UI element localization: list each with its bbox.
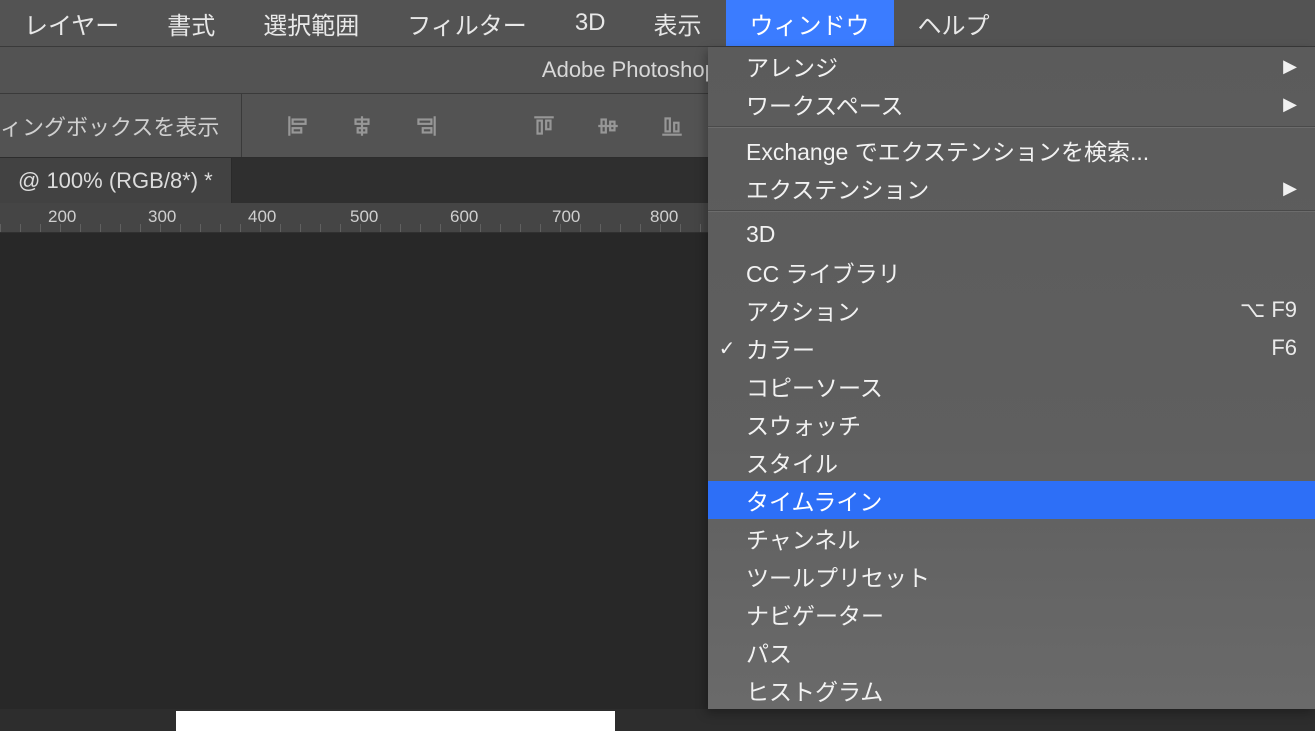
menu-shortcut: F6 [1271, 335, 1315, 361]
align-top-icon[interactable] [530, 112, 558, 140]
menu-label: 選択範囲 [263, 6, 359, 41]
menu-layer[interactable]: レイヤー [0, 0, 143, 46]
menu-separator [708, 126, 1315, 128]
menu-filter[interactable]: フィルター [383, 0, 551, 46]
options-text: ィングボックスを表示 [0, 94, 242, 157]
menu-item-label: パス [746, 635, 1315, 669]
align-right-icon[interactable] [412, 112, 440, 140]
menu-label: ウィンドウ [750, 6, 870, 41]
menu-label: 書式 [167, 6, 215, 41]
menu-item-navigator[interactable]: ナビゲーター [708, 595, 1315, 633]
menu-item-3d[interactable]: 3D [708, 215, 1315, 253]
canvas-bottom-strip [176, 711, 615, 731]
menu-item-label: スタイル [746, 445, 1315, 479]
options-label: ィングボックスを表示 [0, 110, 219, 142]
menu-view[interactable]: 表示 [630, 0, 726, 46]
menu-select[interactable]: 選択範囲 [239, 0, 383, 46]
menu-item-color[interactable]: ✓ カラー F6 [708, 329, 1315, 367]
menu-type[interactable]: 書式 [143, 0, 239, 46]
menu-item-exchange[interactable]: Exchange でエクステンションを検索... [708, 131, 1315, 169]
menubar: レイヤー 書式 選択範囲 フィルター 3D 表示 ウィンドウ ヘルプ [0, 0, 1315, 47]
menu-label: 表示 [654, 6, 702, 41]
ruler-mark: 600 [450, 207, 478, 227]
menu-item-label: チャンネル [746, 521, 1315, 555]
menu-label: レイヤー [24, 6, 119, 41]
menu-item-label: タイムライン [746, 483, 1315, 517]
ruler-mark: 200 [48, 207, 76, 227]
menu-3d[interactable]: 3D [551, 0, 630, 46]
menu-item-label: コピーソース [746, 369, 1315, 403]
submenu-arrow-icon: ▶ [1283, 94, 1315, 115]
menu-item-label: アクション [746, 293, 1240, 327]
menu-item-histogram[interactable]: ヒストグラム [708, 671, 1315, 709]
menu-item-label: アレンジ [746, 49, 1283, 83]
menu-item-timeline[interactable]: タイムライン [708, 481, 1315, 519]
menu-item-label: ワークスペース [746, 87, 1283, 121]
menu-item-copy-source[interactable]: コピーソース [708, 367, 1315, 405]
menu-item-channels[interactable]: チャンネル [708, 519, 1315, 557]
menu-label: フィルター [407, 6, 527, 41]
ruler-mark: 500 [350, 207, 378, 227]
menu-item-label: スウォッチ [746, 407, 1315, 441]
window-menu-dropdown: アレンジ ▶ ワークスペース ▶ Exchange でエクステンションを検索..… [708, 47, 1315, 709]
menu-label: ヘルプ [918, 6, 990, 41]
menu-item-label: カラー [746, 331, 1271, 365]
align-middle-v-icon[interactable] [594, 112, 622, 140]
menu-item-cc-libraries[interactable]: CC ライブラリ [708, 253, 1315, 291]
menu-shortcut: ⌥ F9 [1240, 297, 1315, 323]
check-icon: ✓ [708, 336, 746, 361]
ruler-mark: 300 [148, 207, 176, 227]
menu-item-label: 3D [746, 221, 1315, 248]
menu-item-swatches[interactable]: スウォッチ [708, 405, 1315, 443]
menu-item-paths[interactable]: パス [708, 633, 1315, 671]
menu-item-label: ナビゲーター [746, 597, 1315, 631]
menu-label: 3D [575, 9, 606, 37]
menu-item-actions[interactable]: アクション ⌥ F9 [708, 291, 1315, 329]
align-left-icon[interactable] [284, 112, 312, 140]
menu-item-label: エクステンション [746, 171, 1283, 205]
menu-item-workspace[interactable]: ワークスペース ▶ [708, 85, 1315, 123]
align-bottom-icon[interactable] [658, 112, 686, 140]
menu-item-label: ヒストグラム [746, 673, 1315, 707]
menu-item-label: CC ライブラリ [746, 255, 1315, 289]
document-tab[interactable]: @ 100% (RGB/8*) * [0, 158, 232, 203]
menu-item-arrange[interactable]: アレンジ ▶ [708, 47, 1315, 85]
menu-item-extensions[interactable]: エクステンション ▶ [708, 169, 1315, 207]
ruler-mark: 800 [650, 207, 678, 227]
menu-item-label: Exchange でエクステンションを検索... [746, 133, 1315, 167]
ruler-mark: 400 [248, 207, 276, 227]
menu-item-label: ツールプリセット [746, 559, 1315, 593]
align-center-h-icon[interactable] [348, 112, 376, 140]
menu-item-styles[interactable]: スタイル [708, 443, 1315, 481]
menu-item-tool-presets[interactable]: ツールプリセット [708, 557, 1315, 595]
menu-separator [708, 210, 1315, 212]
submenu-arrow-icon: ▶ [1283, 56, 1315, 77]
submenu-arrow-icon: ▶ [1283, 178, 1315, 199]
menu-help[interactable]: ヘルプ [894, 0, 1014, 46]
menu-window[interactable]: ウィンドウ [726, 0, 894, 46]
ruler-mark: 700 [552, 207, 580, 227]
document-tab-label: @ 100% (RGB/8*) * [18, 168, 213, 194]
